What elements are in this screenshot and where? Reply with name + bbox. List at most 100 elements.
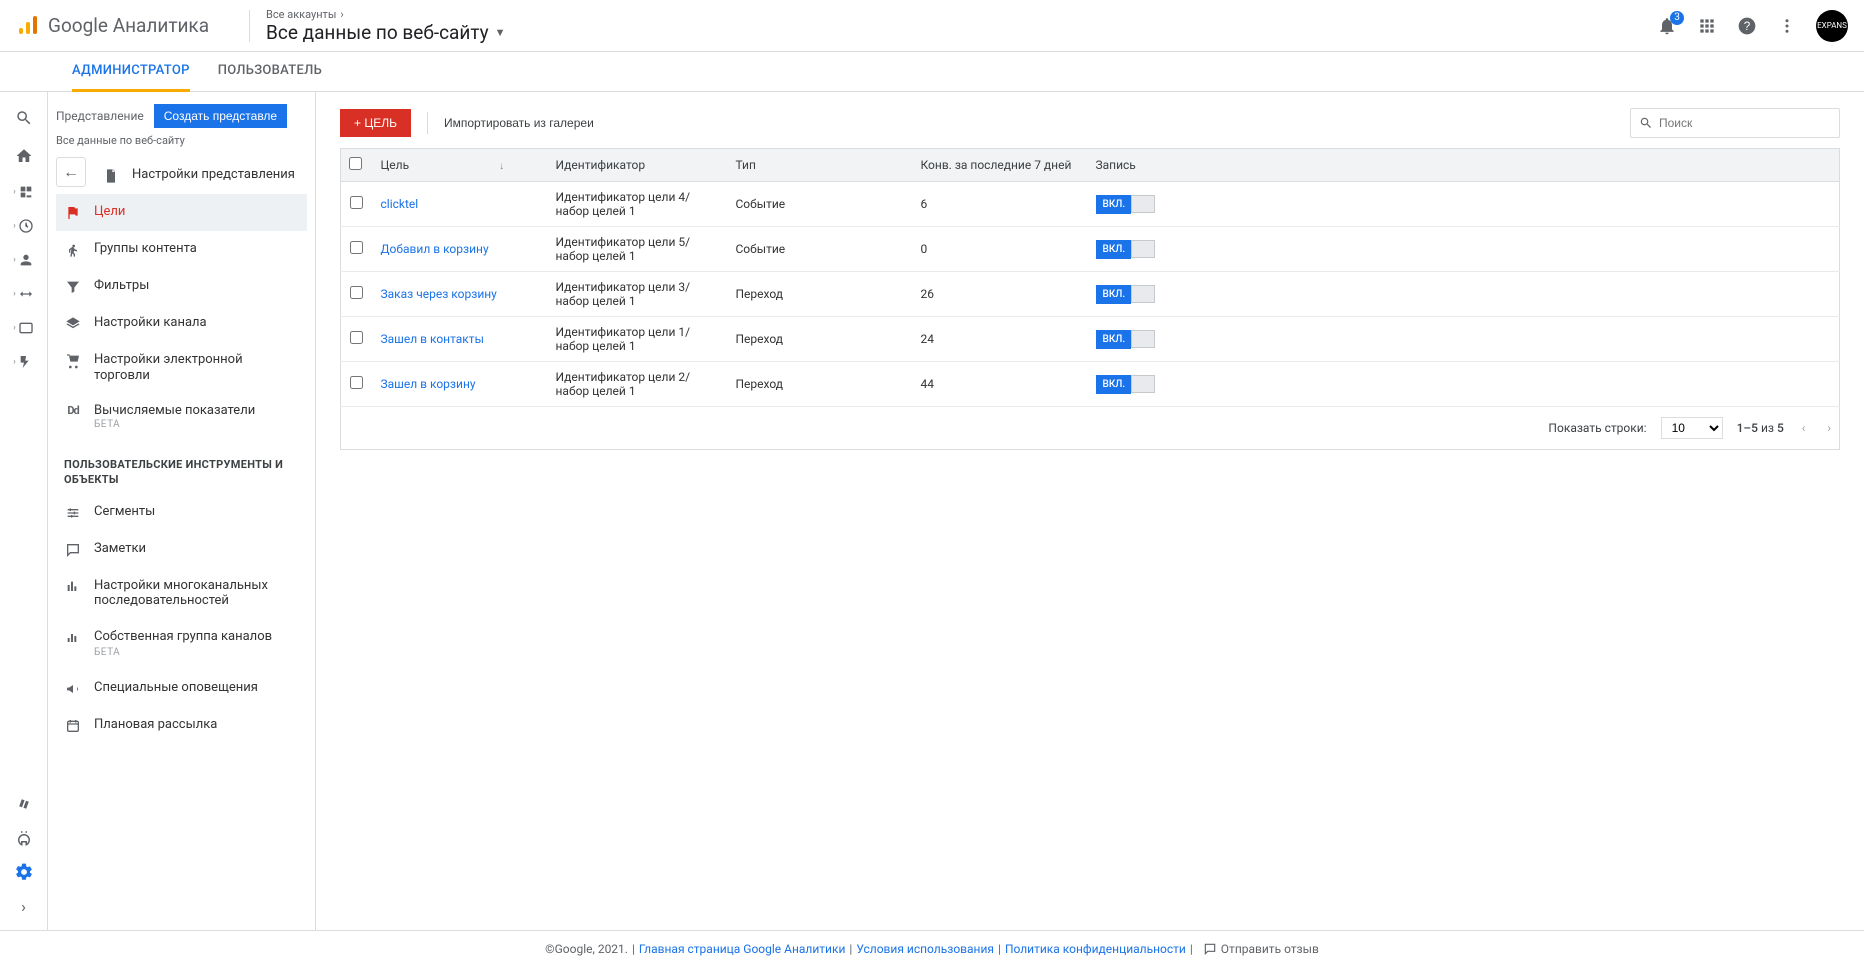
pager-rows-label: Показать строки: [1548,421,1646,435]
sidebar-item-goals[interactable]: Цели [56,194,307,231]
table-row: Зашел в контактыИдентификатор цели 1/наб… [341,317,1840,362]
view-name: Все данные по веб-сайту [56,134,307,147]
record-toggle[interactable]: ВКЛ. [1096,375,1156,394]
tab-user[interactable]: ПОЛЬЗОВАТЕЛЬ [218,52,322,92]
cell-ident: Идентификатор цели 4/набор целей 1 [548,182,728,227]
nav-behavior[interactable]: › [13,320,34,336]
th-conv[interactable]: Конв. за последние 7 дней [913,149,1088,182]
table-row: Зашел в корзинуИдентификатор цели 2/набо… [341,362,1840,407]
row-checkbox[interactable] [350,241,363,254]
home-icon[interactable] [14,146,34,166]
cell-type: Переход [728,362,913,407]
search-box[interactable] [1630,108,1840,138]
comment-icon [64,542,82,558]
search-input[interactable] [1659,116,1831,130]
admin-gear-icon[interactable] [14,862,34,882]
sidebar-item-channel-settings[interactable]: Настройки канала [56,305,307,342]
nav-realtime[interactable]: › [13,218,34,234]
th-ident[interactable]: Идентификатор [548,149,728,182]
nav-acquisition[interactable]: › [13,286,34,302]
header-actions: 3 ? EXPANS [1656,10,1848,42]
notifications-button[interactable]: 3 [1656,15,1678,37]
sidebar-item-label: Вычисляемые показатели [94,403,255,419]
cell-type: Переход [728,317,913,362]
account-selector[interactable]: Все аккаунты › Все данные по веб-сайту ▼ [266,8,505,44]
cell-conv: 24 [913,317,1088,362]
goal-link[interactable]: clicktel [381,197,419,211]
accounts-label: Все аккаунты [266,8,336,21]
pager-range: 1–5 из 5 [1737,421,1784,435]
nav-customization[interactable]: › [13,184,34,200]
more-button[interactable] [1776,15,1798,37]
create-view-button[interactable]: Создать представле [154,104,287,128]
sidebar-item-label: Специальные оповещения [94,680,258,695]
feedback-icon [1203,942,1217,956]
avatar[interactable]: EXPANS [1816,10,1848,42]
th-record[interactable]: Запись [1088,149,1840,182]
document-icon [102,168,120,184]
record-toggle[interactable]: ВКЛ. [1096,240,1156,259]
th-checkbox [341,149,373,182]
layers-icon [64,316,82,332]
apps-button[interactable] [1696,15,1718,37]
search-icon[interactable] [14,108,34,128]
sidebar-item-view-settings[interactable]: Настройки представления [94,157,307,194]
pager-prev[interactable]: ‹ [1798,421,1810,435]
sidebar-item-annotations[interactable]: Заметки [56,531,307,568]
row-checkbox[interactable] [350,376,363,389]
top-header: Google Аналитика Все аккаунты › Все данн… [0,0,1864,52]
goal-link[interactable]: Зашел в корзину [381,377,476,391]
chart-bars-icon [64,630,82,646]
record-toggle[interactable]: ВКЛ. [1096,195,1156,214]
sidebar-item-scheduled-emails[interactable]: Плановая рассылка [56,707,307,744]
import-gallery-button[interactable]: Импортировать из галереи [444,116,594,130]
discover-icon[interactable] [14,828,34,848]
rows-per-page-select[interactable]: 10 [1661,417,1723,439]
logo-group[interactable]: Google Аналитика [16,14,209,38]
sidebar-item-mcf-settings[interactable]: Настройки многоканальных последовательно… [56,568,307,619]
record-toggle[interactable]: ВКЛ. [1096,285,1156,304]
sidebar-item-calc-metrics[interactable]: Dd Вычисляемые показатели БЕТА [56,393,307,441]
footer-link-terms[interactable]: Условия использования [856,942,994,956]
flag-icon [64,205,82,221]
megaphone-icon [64,681,82,697]
row-checkbox[interactable] [350,286,363,299]
sidebar-item-label: Настройки многоканальных последовательно… [94,578,299,609]
sort-arrow-icon: ↓ [499,161,504,172]
sidebar-item-custom-alerts[interactable]: Специальные оповещения [56,670,307,707]
sidebar-item-ecommerce[interactable]: Настройки электронной торговли [56,342,307,393]
footer-link-privacy[interactable]: Политика конфиденциальности [1005,942,1186,956]
goal-link[interactable]: Добавил в корзину [381,242,489,256]
footer-link-home[interactable]: Главная страница Google Аналитики [639,942,845,956]
sidebar-item-channel-group[interactable]: Собственная группа каналов БЕТА [56,619,307,670]
header-divider [249,10,250,42]
record-toggle[interactable]: ВКЛ. [1096,330,1156,349]
sidebar-item-label: Фильтры [94,278,149,293]
view-side-panel: Представление Создать представле Все дан… [48,92,316,930]
sidebar-item-segments[interactable]: Сегменты [56,494,307,531]
sidebar-item-filters[interactable]: Фильтры [56,268,307,305]
goal-link[interactable]: Зашел в контакты [381,332,484,346]
goal-link[interactable]: Заказ через корзину [381,287,497,301]
sidebar-item-content-groups[interactable]: Группы контента [56,231,307,268]
pager-next[interactable]: › [1823,421,1835,435]
apps-grid-icon [1697,16,1717,36]
tab-bar: АДМИНИСТРАТОР ПОЛЬЗОВАТЕЛЬ [0,52,1864,92]
nav-audience[interactable]: › [13,252,34,268]
view-title: Все данные по веб-сайту [266,21,489,44]
help-button[interactable]: ? [1736,15,1758,37]
row-checkbox[interactable] [350,331,363,344]
sidebar-item-label: Собственная группа каналов [94,629,272,644]
footer-feedback[interactable]: Отправить отзыв [1203,942,1319,956]
cell-conv: 0 [913,227,1088,272]
row-checkbox[interactable] [350,196,363,209]
attribution-icon[interactable] [14,794,34,814]
add-goal-button[interactable]: + ЦЕЛЬ [340,109,411,137]
th-type[interactable]: Тип [728,149,913,182]
back-button[interactable]: ← [56,157,86,187]
nav-conversions[interactable]: › [13,354,34,370]
select-all-checkbox[interactable] [349,157,362,170]
th-goal[interactable]: Цель↓ [373,149,548,182]
tab-administrator[interactable]: АДМИНИСТРАТОР [72,52,190,92]
collapse-icon[interactable]: › [14,896,34,916]
